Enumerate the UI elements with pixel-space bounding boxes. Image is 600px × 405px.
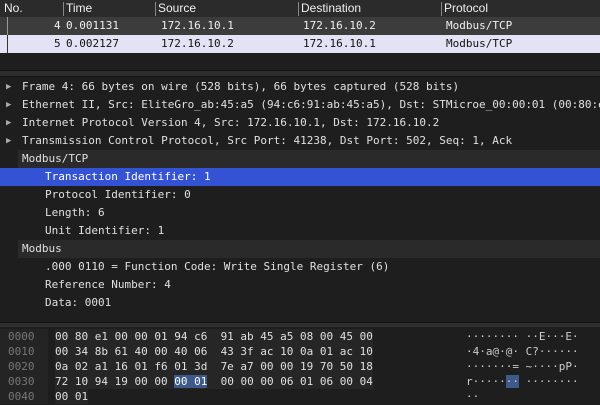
tree-item-data[interactable]: Data: 0001 (0, 294, 600, 312)
packet-protocol: Modbus/TCP (446, 19, 513, 32)
packet-bytes-pane: 0000 00 80 e1 00 00 01 94 c6 91 ab 45 a5 … (0, 328, 600, 405)
packet-source: 172.16.10.1 (161, 19, 234, 32)
tree-item-length[interactable]: Length: 6 (0, 204, 600, 222)
tree-item-modbus-tcp[interactable]: ▼Modbus/TCP (18, 150, 600, 168)
packet-source: 172.16.10.2 (161, 37, 234, 50)
column-protocol[interactable]: Protocol (442, 1, 488, 15)
tree-item-transaction-id[interactable]: Transaction Identifier: 1 (0, 168, 600, 186)
selected-bytes: 00 01 (174, 375, 208, 388)
packet-details-tree: ▶ Frame 4: 66 bytes on wire (528 bits), 6… (0, 78, 600, 312)
tree-item-tcp[interactable]: ▶ Transmission Control Protocol, Src Port… (0, 132, 600, 150)
column-destination[interactable]: Destination (299, 1, 361, 15)
tree-item-ethernet[interactable]: ▶ Ethernet II, Src: EliteGro_ab:45:a5 (94… (0, 96, 600, 114)
tree-item-frame[interactable]: ▶ Frame 4: 66 bytes on wire (528 bits), 6… (0, 78, 600, 96)
tree-item-ip[interactable]: ▶ Internet Protocol Version 4, Src: 172.1… (0, 114, 600, 132)
packet-list-empty-area (0, 53, 600, 70)
packet-destination: 172.16.10.2 (303, 19, 376, 32)
expand-triangle-icon[interactable]: ▶ (6, 114, 11, 132)
pane-splitter[interactable] (0, 322, 600, 327)
packet-list-header: No. Time Source Destination Protocol (0, 0, 600, 17)
bytes-row[interactable]: 0010 00 34 8b 61 40 00 40 06 43 3f ac 10 … (0, 344, 600, 359)
tree-item-unit-id[interactable]: Unit Identifier: 1 (0, 222, 600, 240)
selected-ascii: ·· (505, 375, 519, 388)
packet-time: 0.002127 (66, 37, 119, 50)
related-packet-marker (7, 17, 8, 35)
tree-item-function-code[interactable]: .000 0110 = Function Code: Write Single … (0, 258, 600, 276)
pane-splitter[interactable] (0, 70, 600, 77)
bytes-row[interactable]: 0020 0a 02 a1 16 01 f6 01 3d 7e a7 00 00 … (0, 359, 600, 374)
bytes-row[interactable]: 0000 00 80 e1 00 00 01 94 c6 91 ab 45 a5 … (0, 329, 600, 344)
bytes-row[interactable]: 0030 72 10 94 19 00 00 00 01 00 00 00 06 … (0, 374, 600, 389)
expand-triangle-icon[interactable]: ▶ (6, 96, 11, 114)
packet-protocol: Modbus/TCP (446, 37, 513, 50)
column-source[interactable]: Source (156, 1, 196, 15)
column-no[interactable]: No. (2, 1, 23, 15)
bytes-row[interactable]: 0040 00 01 ·· (0, 389, 600, 404)
packet-no: 5 (54, 37, 61, 50)
related-packet-marker (7, 35, 8, 53)
packet-time: 0.001131 (66, 19, 119, 32)
tree-item-modbus[interactable]: ▼Modbus (18, 240, 600, 258)
expand-triangle-icon[interactable]: ▶ (6, 132, 11, 150)
packet-row[interactable]: 5 0.002127 172.16.10.2 172.16.10.1 Modbu… (0, 35, 600, 53)
tree-item-protocol-id[interactable]: Protocol Identifier: 0 (0, 186, 600, 204)
tree-item-reference-number[interactable]: Reference Number: 4 (0, 276, 600, 294)
packet-destination: 172.16.10.1 (303, 37, 376, 50)
expand-triangle-icon[interactable]: ▶ (6, 78, 11, 96)
packet-no: 4 (54, 19, 61, 32)
packet-row[interactable]: 4 0.001131 172.16.10.1 172.16.10.2 Modbu… (0, 17, 600, 35)
column-time[interactable]: Time (64, 1, 92, 15)
